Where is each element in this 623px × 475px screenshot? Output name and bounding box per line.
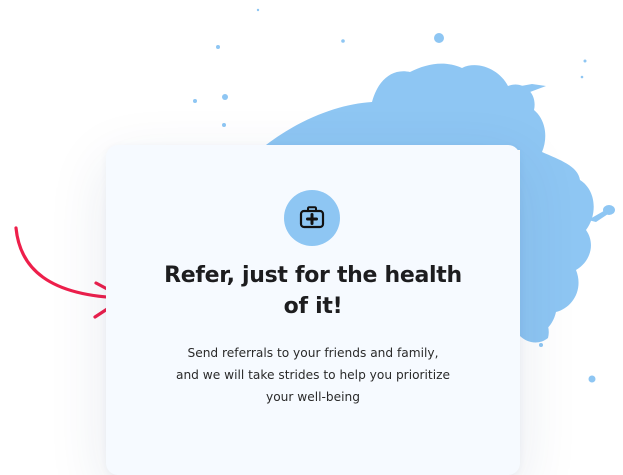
- card-description-line: your well-being: [266, 390, 360, 404]
- card-title-line: Refer, just for the health: [164, 263, 462, 288]
- card-title: Refer, just for the health of it!: [106, 260, 520, 322]
- icon-badge: [284, 190, 340, 246]
- card-description-line: Send referrals to your friends and famil…: [187, 346, 439, 360]
- card-title-line: of it!: [283, 294, 343, 319]
- medical-kit-icon: [299, 206, 325, 229]
- referral-card: Refer, just for the health of it! Send r…: [106, 145, 520, 475]
- card-description-line: and we will take strides to help you pri…: [175, 368, 450, 382]
- card-description: Send referrals to your friends and famil…: [106, 342, 520, 408]
